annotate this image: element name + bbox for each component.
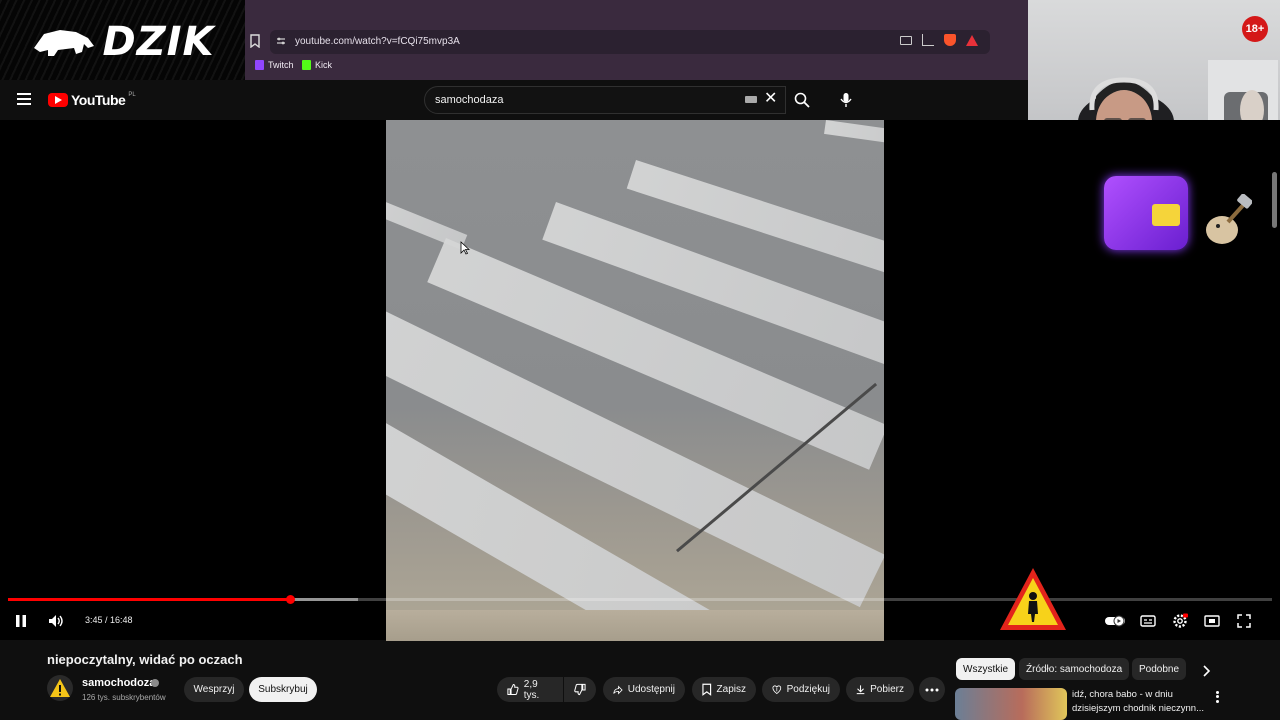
download-button[interactable]: Pobierz xyxy=(846,677,914,702)
warning-triangle-icon xyxy=(50,679,70,697)
video-title: niepoczytalny, widać po oczach xyxy=(47,652,243,667)
subscriber-count: 126 tys. subskrybentów xyxy=(82,693,166,702)
search-box[interactable]: samochodaza xyxy=(424,86,786,114)
youtube-play-icon xyxy=(48,93,68,107)
share-label: Udostępnij xyxy=(627,684,675,695)
page-scrollbar[interactable] xyxy=(1272,172,1277,228)
chip-source[interactable]: Źródło: samochodoza xyxy=(1019,658,1130,680)
save-button[interactable]: Zapisz xyxy=(692,677,756,702)
fullscreen-button[interactable] xyxy=(1235,612,1253,630)
bookmark-kick[interactable]: Kick xyxy=(302,60,332,70)
dzik-logo: DZIK xyxy=(0,0,245,84)
recommendation-menu-icon[interactable] xyxy=(1212,690,1222,704)
clear-search-icon[interactable]: ✕ xyxy=(764,91,777,107)
youtube-logo-text: YouTube xyxy=(71,92,126,108)
bookmark-save-icon xyxy=(702,683,712,696)
subtitles-button[interactable] xyxy=(1139,612,1157,630)
support-label: Wesprzyj xyxy=(193,684,235,695)
gear-icon xyxy=(1173,613,1188,628)
download-label: Pobierz xyxy=(870,684,904,695)
voice-search-button[interactable] xyxy=(832,86,860,114)
video-frame[interactable] xyxy=(386,120,884,641)
kick-icon xyxy=(302,60,311,70)
channel-avatar[interactable] xyxy=(47,675,73,701)
progress-played xyxy=(8,598,290,601)
theater-mode-button[interactable] xyxy=(1203,612,1221,630)
autoplay-toggle[interactable] xyxy=(1104,612,1126,630)
like-count: 2,9 tys. xyxy=(523,678,540,701)
more-actions-button[interactable] xyxy=(919,677,945,702)
region-code: PL xyxy=(128,92,136,98)
age-rating-badge: 18+ xyxy=(1242,16,1268,42)
menu-icon[interactable] xyxy=(17,93,31,105)
keyboard-icon[interactable] xyxy=(745,96,757,103)
save-label: Zapisz xyxy=(716,684,746,695)
brave-shield-icon[interactable] xyxy=(944,34,956,46)
verified-icon xyxy=(151,679,159,687)
screen: DZIK youtube.com/watch?v=fCQi75mvp3A Twi… xyxy=(0,0,1280,720)
pause-button[interactable] xyxy=(12,612,30,630)
subscribe-label: Subskrybuj xyxy=(258,684,308,695)
recommendation-thumbnail[interactable] xyxy=(955,688,1067,720)
download-icon xyxy=(856,685,865,695)
settings-button[interactable] xyxy=(1171,612,1189,630)
share-icon[interactable] xyxy=(922,34,934,46)
search-input[interactable]: samochodaza xyxy=(435,94,504,106)
boar-icon xyxy=(34,30,95,56)
more-horizontal-icon xyxy=(925,688,939,691)
address-bar-actions xyxy=(900,34,978,46)
youtube-logo[interactable]: YouTube PL xyxy=(48,92,136,108)
exit-fullscreen-icon xyxy=(1237,614,1251,628)
dzik-logo-text: DZIK xyxy=(102,19,215,65)
subscribe-button[interactable]: Subskrybuj xyxy=(249,677,317,702)
volume-button[interactable] xyxy=(47,612,65,630)
search-button[interactable] xyxy=(786,86,818,114)
site-info-icon[interactable] xyxy=(276,36,286,46)
recommendation-title[interactable]: idź, chora babo - w dniu dzisiejszym cho… xyxy=(1072,688,1210,716)
thanks-button[interactable]: Podziękuj xyxy=(762,677,840,702)
search-icon xyxy=(794,92,810,108)
dislike-button[interactable] xyxy=(564,677,596,702)
time-display: 3:45 / 16:48 xyxy=(85,615,133,625)
subtitles-icon xyxy=(1140,615,1156,627)
twitch-icon xyxy=(255,60,264,70)
pause-icon xyxy=(16,615,26,627)
theater-mode-icon xyxy=(1204,615,1220,627)
channel-name[interactable]: samochodoza xyxy=(82,677,155,689)
brave-rewards-icon[interactable] xyxy=(966,34,978,46)
heart-dollar-icon xyxy=(772,685,782,695)
like-button[interactable]: 2,9 tys. xyxy=(497,677,563,702)
mouse-cursor-icon xyxy=(460,241,470,255)
microphone-icon xyxy=(840,93,852,107)
bookmark-label: Kick xyxy=(315,60,333,70)
sidewalk-curb xyxy=(386,610,884,641)
share-arrow-icon xyxy=(613,685,623,694)
chip-all[interactable]: Wszystkie xyxy=(956,658,1015,680)
autoplay-toggle-icon xyxy=(1105,615,1125,627)
thumbs-up-icon xyxy=(507,684,519,695)
bookmark-icon[interactable] xyxy=(249,34,261,48)
volume-icon xyxy=(49,615,63,627)
thumbs-down-icon xyxy=(574,683,586,696)
share-button[interactable]: Udostępnij xyxy=(603,677,685,702)
purple-gift-icon xyxy=(1104,176,1188,250)
chevron-right-icon[interactable] xyxy=(1200,664,1212,678)
hamster-with-hammer-icon xyxy=(1206,194,1252,244)
thanks-label: Podziękuj xyxy=(786,684,830,695)
progress-scrubber[interactable] xyxy=(286,595,295,604)
bookmark-twitch[interactable]: Twitch xyxy=(255,60,294,70)
bookmark-label: Twitch xyxy=(268,60,294,70)
url-text[interactable]: youtube.com/watch?v=fCQi75mvp3A xyxy=(295,36,460,47)
pedestrian-warning-sign-icon xyxy=(1000,568,1066,630)
chip-related[interactable]: Podobne xyxy=(1132,658,1187,680)
cast-icon[interactable] xyxy=(900,35,912,45)
support-button[interactable]: Wesprzyj xyxy=(184,677,244,702)
